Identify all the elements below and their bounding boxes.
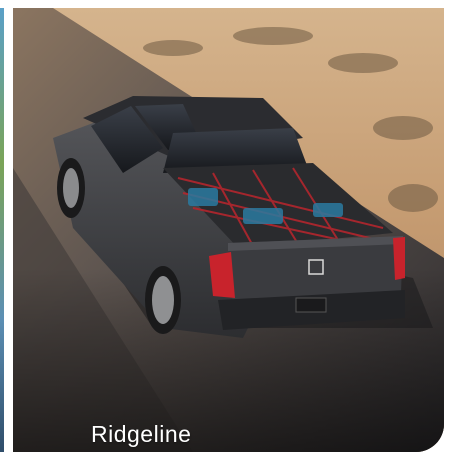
vehicle-name-label: Ridgeline: [91, 421, 192, 447]
vehicle-card-ridgeline[interactable]: Ridgeline: [13, 8, 444, 452]
adjacent-card-edge[interactable]: [0, 8, 4, 452]
pickup-truck-photo: [13, 8, 444, 452]
